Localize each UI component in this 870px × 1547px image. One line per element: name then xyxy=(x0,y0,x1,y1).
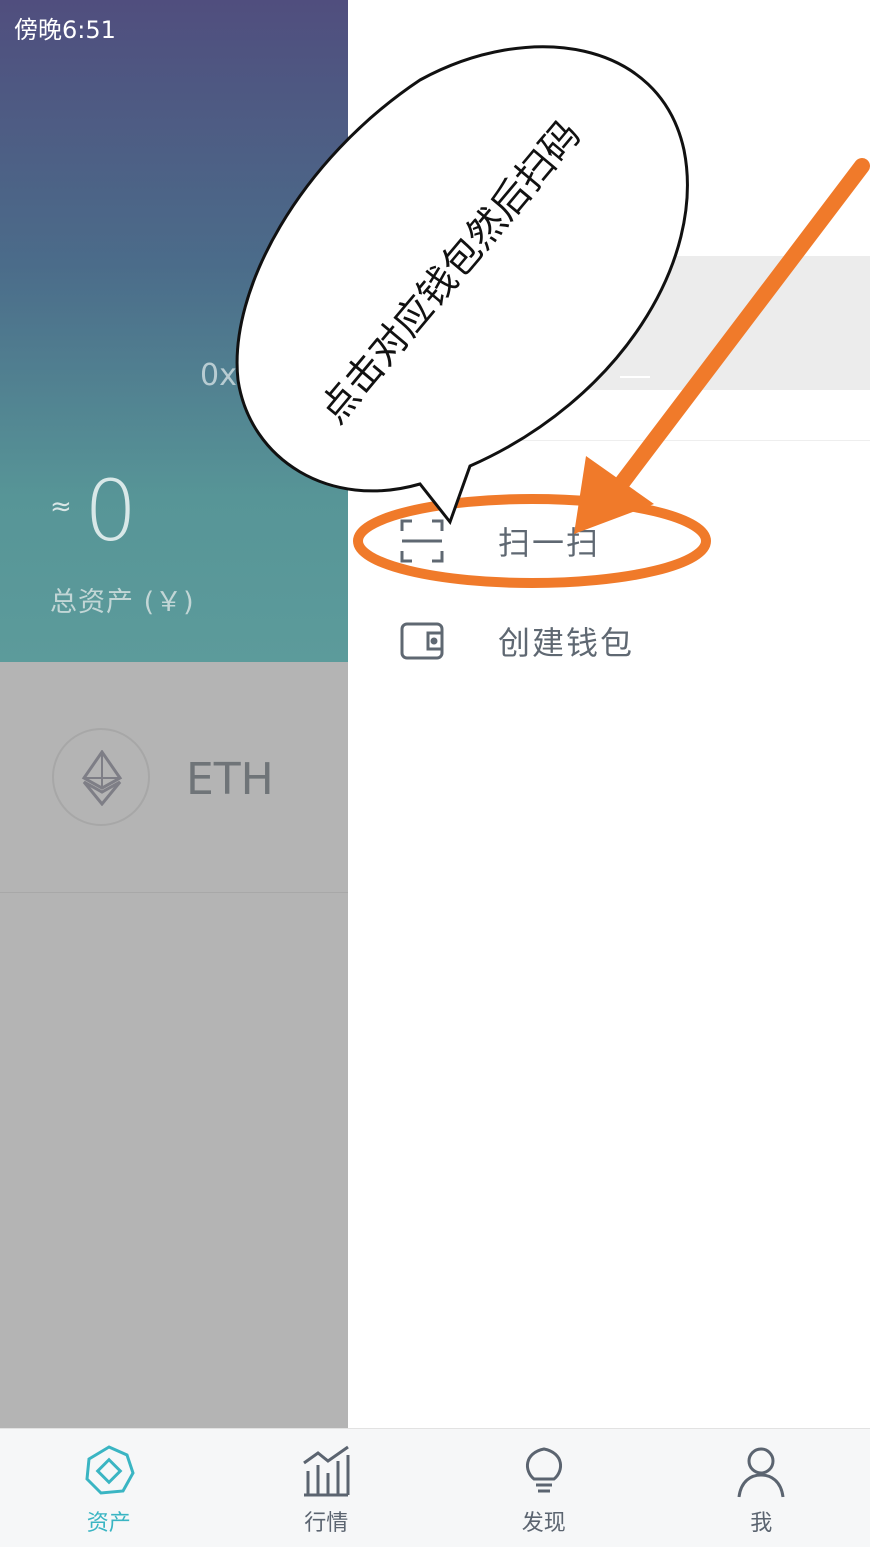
tab-market[interactable]: 行情 xyxy=(218,1429,436,1547)
annotation-overlay xyxy=(0,0,870,1428)
lightbulb-icon xyxy=(516,1443,572,1499)
profile-icon xyxy=(733,1443,789,1499)
tab-discover[interactable]: 发现 xyxy=(435,1429,653,1547)
assets-icon xyxy=(81,1443,137,1499)
tab-label: 行情 xyxy=(304,1505,348,1537)
tab-label: 发现 xyxy=(522,1505,566,1537)
market-chart-icon xyxy=(298,1443,354,1499)
bottom-tab-bar: 资产 行情 发现 我 xyxy=(0,1428,870,1547)
tab-label: 我 xyxy=(750,1505,772,1537)
tab-assets[interactable]: 资产 xyxy=(0,1429,218,1547)
highlight-ellipse xyxy=(358,499,706,583)
tab-me[interactable]: 我 xyxy=(653,1429,870,1547)
tab-label: 资产 xyxy=(87,1505,131,1537)
